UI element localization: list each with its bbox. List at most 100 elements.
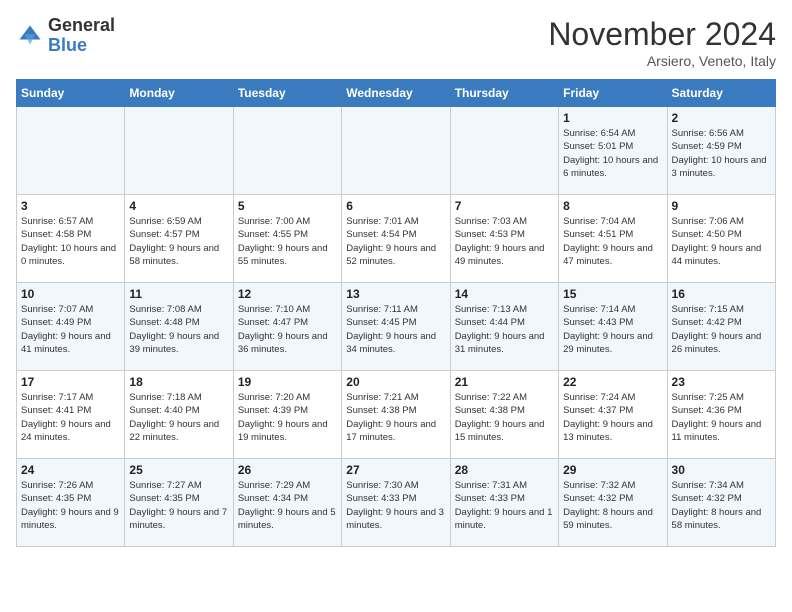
calendar-week-row: 10 Sunrise: 7:07 AM Sunset: 4:49 PM Dayli… <box>17 283 776 371</box>
calendar-cell: 27 Sunrise: 7:30 AM Sunset: 4:33 PM Dayli… <box>342 459 450 547</box>
page-header: General Blue November 2024 Arsiero, Vene… <box>16 16 776 69</box>
day-info: Sunrise: 7:34 AM Sunset: 4:32 PM Dayligh… <box>672 479 771 532</box>
calendar-cell: 2 Sunrise: 6:56 AM Sunset: 4:59 PM Daylig… <box>667 107 775 195</box>
logo-text: General Blue <box>48 16 115 56</box>
logo-blue: Blue <box>48 35 87 55</box>
calendar-week-row: 24 Sunrise: 7:26 AM Sunset: 4:35 PM Dayli… <box>17 459 776 547</box>
day-number: 2 <box>672 111 771 125</box>
calendar-cell: 30 Sunrise: 7:34 AM Sunset: 4:32 PM Dayli… <box>667 459 775 547</box>
calendar-cell: 15Sunrise: 7:14 AM Sunset: 4:43 PM Dayli… <box>559 283 667 371</box>
calendar-cell <box>342 107 450 195</box>
day-number: 24 <box>21 463 120 477</box>
header-day-thursday: Thursday <box>450 80 558 107</box>
day-number: 13 <box>346 287 445 301</box>
calendar-cell: 5 Sunrise: 7:00 AM Sunset: 4:55 PM Daylig… <box>233 195 341 283</box>
day-number: 23 <box>672 375 771 389</box>
day-info: Sunrise: 7:15 AM Sunset: 4:42 PM Dayligh… <box>672 303 771 356</box>
day-info: Sunrise: 7:21 AM Sunset: 4:38 PM Dayligh… <box>346 391 445 444</box>
calendar-cell: 13 Sunrise: 7:11 AM Sunset: 4:45 PM Dayli… <box>342 283 450 371</box>
day-info: Sunrise: 7:20 AM Sunset: 4:39 PM Dayligh… <box>238 391 337 444</box>
day-number: 30 <box>672 463 771 477</box>
calendar-cell: 16Sunrise: 7:15 AM Sunset: 4:42 PM Dayli… <box>667 283 775 371</box>
calendar-cell: 14Sunrise: 7:13 AM Sunset: 4:44 PM Dayli… <box>450 283 558 371</box>
day-info: Sunrise: 7:25 AM Sunset: 4:36 PM Dayligh… <box>672 391 771 444</box>
logo: General Blue <box>16 16 115 56</box>
day-number: 21 <box>455 375 554 389</box>
day-info: Sunrise: 7:18 AM Sunset: 4:40 PM Dayligh… <box>129 391 228 444</box>
day-number: 3 <box>21 199 120 213</box>
day-number: 9 <box>672 199 771 213</box>
calendar-cell: 26Sunrise: 7:29 AM Sunset: 4:34 PM Dayli… <box>233 459 341 547</box>
day-number: 25 <box>129 463 228 477</box>
day-info: Sunrise: 6:56 AM Sunset: 4:59 PM Dayligh… <box>672 127 771 180</box>
day-info: Sunrise: 7:07 AM Sunset: 4:49 PM Dayligh… <box>21 303 120 356</box>
day-number: 19 <box>238 375 337 389</box>
calendar-cell: 8 Sunrise: 7:04 AM Sunset: 4:51 PM Daylig… <box>559 195 667 283</box>
day-number: 22 <box>563 375 662 389</box>
day-number: 27 <box>346 463 445 477</box>
day-number: 29 <box>563 463 662 477</box>
calendar-cell: 9Sunrise: 7:06 AM Sunset: 4:50 PM Daylig… <box>667 195 775 283</box>
day-info: Sunrise: 7:08 AM Sunset: 4:48 PM Dayligh… <box>129 303 228 356</box>
location: Arsiero, Veneto, Italy <box>548 53 776 69</box>
day-number: 18 <box>129 375 228 389</box>
day-info: Sunrise: 7:29 AM Sunset: 4:34 PM Dayligh… <box>238 479 337 532</box>
day-info: Sunrise: 7:04 AM Sunset: 4:51 PM Dayligh… <box>563 215 662 268</box>
calendar-week-row: 1Sunrise: 6:54 AM Sunset: 5:01 PM Daylig… <box>17 107 776 195</box>
day-info: Sunrise: 7:17 AM Sunset: 4:41 PM Dayligh… <box>21 391 120 444</box>
calendar-cell: 19 Sunrise: 7:20 AM Sunset: 4:39 PM Dayli… <box>233 371 341 459</box>
day-number: 4 <box>129 199 228 213</box>
day-number: 28 <box>455 463 554 477</box>
day-number: 20 <box>346 375 445 389</box>
title-area: November 2024 Arsiero, Veneto, Italy <box>548 16 776 69</box>
day-info: Sunrise: 7:11 AM Sunset: 4:45 PM Dayligh… <box>346 303 445 356</box>
calendar-cell: 21 Sunrise: 7:22 AM Sunset: 4:38 PM Dayli… <box>450 371 558 459</box>
calendar-cell: 6 Sunrise: 7:01 AM Sunset: 4:54 PM Daylig… <box>342 195 450 283</box>
calendar-cell: 23 Sunrise: 7:25 AM Sunset: 4:36 PM Dayli… <box>667 371 775 459</box>
day-info: Sunrise: 7:31 AM Sunset: 4:33 PM Dayligh… <box>455 479 554 532</box>
header-day-wednesday: Wednesday <box>342 80 450 107</box>
day-info: Sunrise: 7:27 AM Sunset: 4:35 PM Dayligh… <box>129 479 228 532</box>
day-info: Sunrise: 6:59 AM Sunset: 4:57 PM Dayligh… <box>129 215 228 268</box>
day-info: Sunrise: 7:26 AM Sunset: 4:35 PM Dayligh… <box>21 479 120 532</box>
header-day-tuesday: Tuesday <box>233 80 341 107</box>
day-number: 17 <box>21 375 120 389</box>
calendar-week-row: 3 Sunrise: 6:57 AM Sunset: 4:58 PM Daylig… <box>17 195 776 283</box>
day-number: 6 <box>346 199 445 213</box>
calendar-header-row: SundayMondayTuesdayWednesdayThursdayFrid… <box>17 80 776 107</box>
calendar-cell <box>125 107 233 195</box>
calendar-cell: 1Sunrise: 6:54 AM Sunset: 5:01 PM Daylig… <box>559 107 667 195</box>
calendar-cell: 22 Sunrise: 7:24 AM Sunset: 4:37 PM Dayli… <box>559 371 667 459</box>
day-number: 7 <box>455 199 554 213</box>
calendar-cell: 20 Sunrise: 7:21 AM Sunset: 4:38 PM Dayli… <box>342 371 450 459</box>
header-day-friday: Friday <box>559 80 667 107</box>
calendar-cell: 17 Sunrise: 7:17 AM Sunset: 4:41 PM Dayli… <box>17 371 125 459</box>
calendar-cell: 24 Sunrise: 7:26 AM Sunset: 4:35 PM Dayli… <box>17 459 125 547</box>
day-info: Sunrise: 7:30 AM Sunset: 4:33 PM Dayligh… <box>346 479 445 532</box>
day-info: Sunrise: 7:32 AM Sunset: 4:32 PM Dayligh… <box>563 479 662 532</box>
day-info: Sunrise: 6:54 AM Sunset: 5:01 PM Dayligh… <box>563 127 662 180</box>
day-number: 10 <box>21 287 120 301</box>
day-info: Sunrise: 7:22 AM Sunset: 4:38 PM Dayligh… <box>455 391 554 444</box>
day-info: Sunrise: 7:24 AM Sunset: 4:37 PM Dayligh… <box>563 391 662 444</box>
header-day-sunday: Sunday <box>17 80 125 107</box>
day-info: Sunrise: 7:10 AM Sunset: 4:47 PM Dayligh… <box>238 303 337 356</box>
day-number: 15 <box>563 287 662 301</box>
calendar-cell: 25 Sunrise: 7:27 AM Sunset: 4:35 PM Dayli… <box>125 459 233 547</box>
calendar-cell: 18 Sunrise: 7:18 AM Sunset: 4:40 PM Dayli… <box>125 371 233 459</box>
calendar-cell: 28 Sunrise: 7:31 AM Sunset: 4:33 PM Dayli… <box>450 459 558 547</box>
calendar-cell: 7Sunrise: 7:03 AM Sunset: 4:53 PM Daylig… <box>450 195 558 283</box>
day-info: Sunrise: 6:57 AM Sunset: 4:58 PM Dayligh… <box>21 215 120 268</box>
calendar-cell: 4 Sunrise: 6:59 AM Sunset: 4:57 PM Daylig… <box>125 195 233 283</box>
day-number: 5 <box>238 199 337 213</box>
calendar-cell: 3 Sunrise: 6:57 AM Sunset: 4:58 PM Daylig… <box>17 195 125 283</box>
calendar-week-row: 17 Sunrise: 7:17 AM Sunset: 4:41 PM Dayli… <box>17 371 776 459</box>
logo-general: General <box>48 15 115 35</box>
calendar-cell: 11Sunrise: 7:08 AM Sunset: 4:48 PM Dayli… <box>125 283 233 371</box>
day-info: Sunrise: 7:01 AM Sunset: 4:54 PM Dayligh… <box>346 215 445 268</box>
day-number: 8 <box>563 199 662 213</box>
calendar-table: SundayMondayTuesdayWednesdayThursdayFrid… <box>16 79 776 547</box>
day-info: Sunrise: 7:00 AM Sunset: 4:55 PM Dayligh… <box>238 215 337 268</box>
calendar-cell: 29 Sunrise: 7:32 AM Sunset: 4:32 PM Dayli… <box>559 459 667 547</box>
header-day-saturday: Saturday <box>667 80 775 107</box>
